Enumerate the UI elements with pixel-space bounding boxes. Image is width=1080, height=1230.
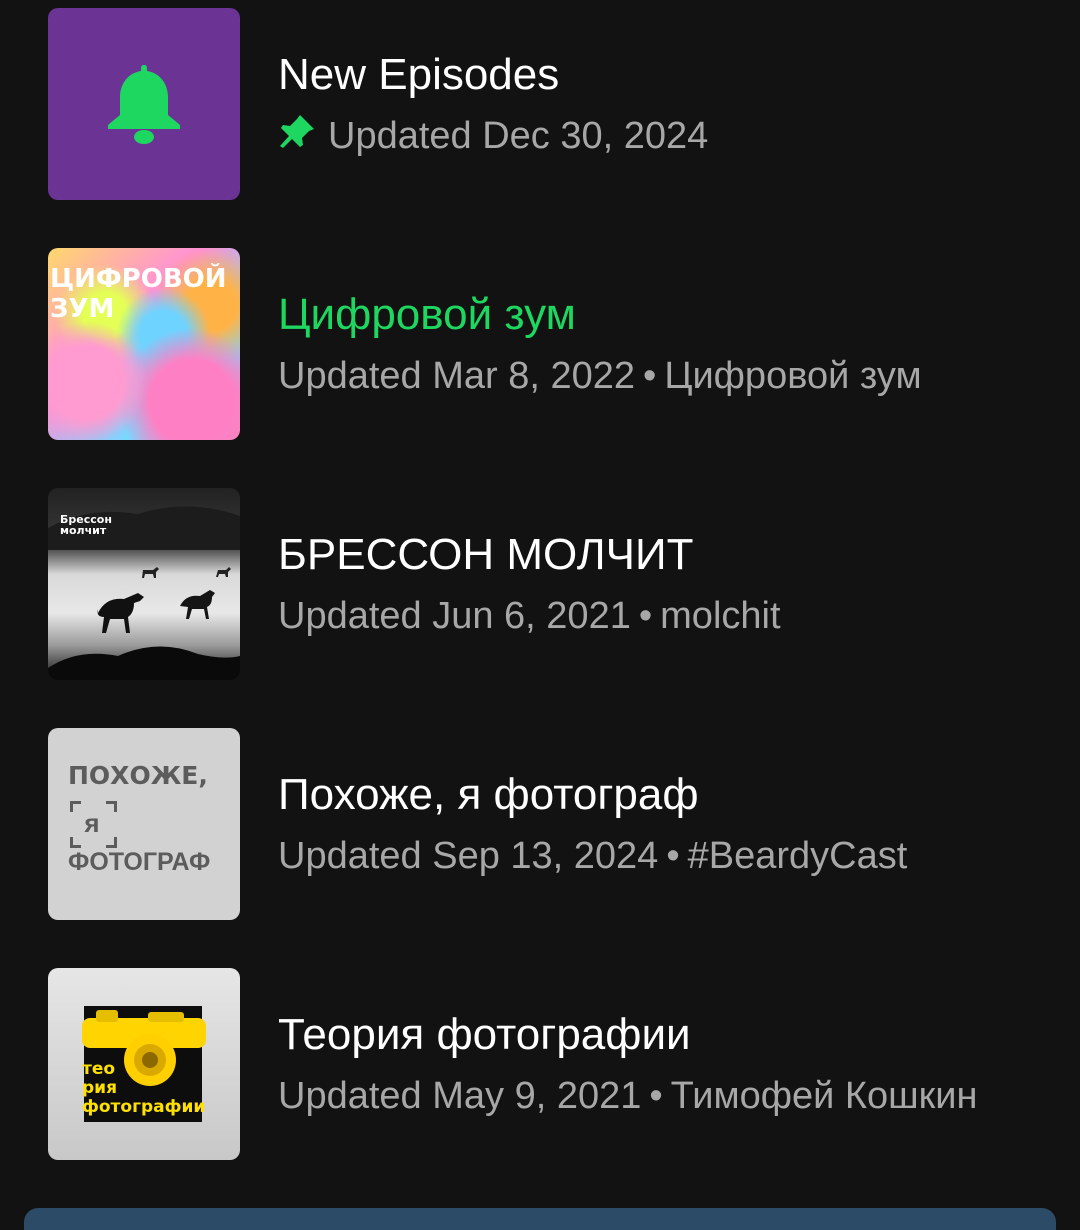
item-text: БРЕССОН МОЛЧИТ Updated Jun 6, 2021 • mol…	[278, 488, 781, 680]
list-item-teoriya-fotografii[interactable]: тео рия фотографии Теория фотографии Upd…	[0, 968, 1080, 1160]
item-updated: Updated Jun 6, 2021	[278, 595, 631, 637]
cover-label: ЦИФРОВОЙ ЗУМ	[50, 264, 227, 324]
cover-label: Брессон молчит	[60, 513, 112, 537]
item-meta: Updated May 9, 2021 • Тимофей Кошкин	[278, 1073, 977, 1119]
item-owner: molchit	[660, 595, 781, 637]
item-title: Цифровой зум	[278, 290, 576, 339]
item-meta: Updated Jun 6, 2021 • molchit	[278, 593, 781, 639]
now-playing-bar[interactable]	[24, 1208, 1056, 1230]
item-text: Цифровой зум Updated Mar 8, 2022 • Цифро…	[278, 248, 922, 440]
item-meta: Updated Dec 30, 2024	[278, 113, 708, 160]
separator: •	[649, 1075, 663, 1117]
frame-corner	[70, 801, 81, 812]
item-title: БРЕССОН МОЛЧИТ	[278, 530, 694, 579]
teoriya-fotografii-cover: тео рия фотографии	[48, 968, 240, 1160]
frame-corner	[106, 801, 117, 812]
list-item-bresson-molchit[interactable]: Брессон молчит БРЕССОН МОЛЧИТ Updated Ju…	[0, 488, 1080, 680]
separator: •	[643, 355, 657, 397]
library-list: New Episodes Updated Dec 30, 2024 ЦИФРОВ…	[0, 0, 1080, 1230]
item-updated: Updated Sep 13, 2024	[278, 835, 659, 877]
item-meta: Updated Sep 13, 2024 • #BeardyCast	[278, 833, 907, 879]
item-text: New Episodes Updated Dec 30, 2024	[278, 8, 708, 200]
item-text: Теория фотографии Updated May 9, 2021 • …	[278, 968, 977, 1160]
item-title: Теория фотографии	[278, 1010, 691, 1059]
separator: •	[638, 595, 653, 637]
item-updated: Updated Mar 8, 2022	[278, 355, 636, 397]
bell-icon	[108, 65, 180, 144]
item-owner: Цифровой зум	[664, 355, 922, 397]
frame-corner	[106, 837, 117, 848]
separator: •	[666, 835, 680, 877]
bresson-molchit-cover: Брессон молчит	[48, 488, 240, 680]
list-item-pokhozhe-ya-fotograf[interactable]: ПОХОЖЕ, я ФОТОГРАФ Похоже, я фотограф Up…	[0, 728, 1080, 920]
item-updated: Updated Dec 30, 2024	[328, 115, 709, 157]
item-owner: Тимофей Кошкин	[670, 1075, 978, 1117]
list-item-tsifrovoy-zum[interactable]: ЦИФРОВОЙ ЗУМ Цифровой зум Updated Mar 8,…	[0, 248, 1080, 440]
new-episodes-cover	[48, 8, 240, 200]
pin-icon	[278, 113, 316, 160]
pokhozhe-ya-fotograf-cover: ПОХОЖЕ, я ФОТОГРАФ	[48, 728, 240, 920]
item-title: New Episodes	[278, 49, 560, 99]
list-item-new-episodes[interactable]: New Episodes Updated Dec 30, 2024	[0, 8, 1080, 200]
item-meta: Updated Mar 8, 2022 • Цифровой зум	[278, 353, 922, 399]
item-updated: Updated May 9, 2021	[278, 1075, 642, 1117]
cover-label-top: ПОХОЖЕ,	[68, 761, 208, 790]
item-text: Похоже, я фотограф Updated Sep 13, 2024 …	[278, 728, 907, 920]
item-owner: #BeardyCast	[687, 835, 908, 877]
cover-label: тео рия фотографии	[82, 1059, 206, 1117]
frame-corner	[70, 837, 81, 848]
item-title: Похоже, я фотограф	[278, 770, 699, 819]
cover-label-bottom: ФОТОГРАФ	[68, 848, 211, 876]
tsifrovoy-zum-cover: ЦИФРОВОЙ ЗУМ	[48, 248, 240, 440]
